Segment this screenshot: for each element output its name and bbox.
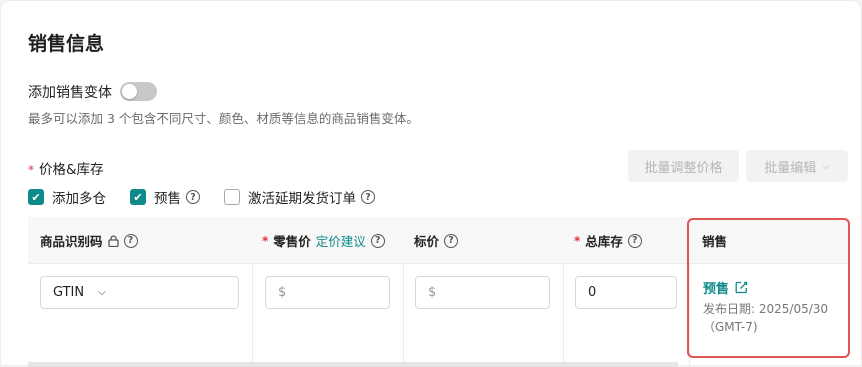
header-list-price: 标价 ? — [414, 217, 459, 264]
add-variant-label: 添加销售变体 — [28, 85, 112, 101]
sales-column-highlight — [687, 218, 850, 358]
header-label: 商品识别码 — [40, 234, 103, 249]
header-retail-price: * 零售价 定价建议 ? — [262, 217, 385, 264]
checkbox-delayed-shipping[interactable]: 激活延期发货订单 ? — [224, 187, 375, 207]
select-value: GTIN — [53, 285, 85, 300]
checkbox-label: 激活延期发货订单 — [248, 191, 356, 207]
required-mark: * — [28, 163, 34, 177]
header-product-id: 商品识别码 ? — [40, 217, 138, 264]
sales-info-card: 销售信息 添加销售变体 最多可以添加 3 个包含不同尺寸、颜色、材质等信息的商品… — [0, 0, 862, 367]
section-title: 销售信息 — [28, 33, 105, 55]
column-divider — [563, 264, 564, 367]
help-icon[interactable]: ? — [361, 190, 375, 204]
column-divider — [252, 264, 253, 367]
toggle-knob — [122, 84, 137, 99]
required-mark: * — [574, 233, 581, 248]
retail-price-input[interactable]: $ — [265, 276, 390, 309]
checkbox-checked-icon: ✔ — [130, 189, 146, 205]
options-checkbox-row: ✔ 添加多仓 ✔ 预售 ? 激活延期发货订单 ? — [28, 187, 399, 207]
stock-value: 0 — [588, 285, 597, 300]
lock-icon — [107, 234, 119, 247]
batch-edit-button[interactable]: 批量编辑 ⌵ — [746, 150, 848, 182]
header-label: 标价 — [414, 234, 440, 249]
checkbox-checked-icon: ✔ — [28, 189, 44, 205]
id-type-select[interactable]: GTIN ⌵ — [40, 276, 239, 309]
add-variant-toggle[interactable] — [120, 82, 157, 101]
total-stock-input[interactable]: 0 — [575, 276, 677, 309]
price-stock-label: * 价格&库存 — [28, 158, 104, 178]
help-icon[interactable]: ? — [370, 233, 385, 248]
checkbox-label: 预售 — [154, 191, 181, 207]
batch-adjust-price-button[interactable]: 批量调整价格 — [628, 150, 739, 182]
list-price-input[interactable]: $ — [415, 276, 550, 309]
help-icon[interactable]: ? — [186, 190, 200, 204]
header-label: 零售价 — [273, 234, 311, 249]
help-icon[interactable]: ? — [627, 233, 642, 248]
chevron-down-icon: ⌵ — [98, 287, 106, 298]
horizontal-scrollbar[interactable] — [28, 362, 678, 367]
checkbox-multi-warehouse[interactable]: ✔ 添加多仓 — [28, 187, 106, 207]
required-mark: * — [262, 233, 269, 248]
chevron-down-icon: ⌵ — [822, 160, 830, 172]
header-total-stock: * 总库存 ? — [574, 217, 642, 264]
header-label: 总库存 — [585, 234, 623, 249]
price-stock-text: 价格&库存 — [39, 162, 104, 178]
currency-prefix: $ — [278, 285, 287, 300]
checkbox-presale[interactable]: ✔ 预售 ? — [130, 187, 200, 207]
variant-description: 最多可以添加 3 个包含不同尺寸、颜色、材质等信息的商品销售变体。 — [28, 111, 419, 126]
price-suggestion-link[interactable]: 定价建议 — [316, 231, 366, 250]
checkbox-label: 添加多仓 — [52, 191, 106, 207]
currency-prefix: $ — [428, 285, 437, 300]
checkbox-unchecked-icon — [224, 189, 240, 205]
batch-edit-label: 批量编辑 — [764, 160, 817, 176]
help-icon[interactable]: ? — [444, 233, 459, 248]
column-divider — [403, 264, 404, 367]
help-icon[interactable]: ? — [123, 233, 138, 248]
